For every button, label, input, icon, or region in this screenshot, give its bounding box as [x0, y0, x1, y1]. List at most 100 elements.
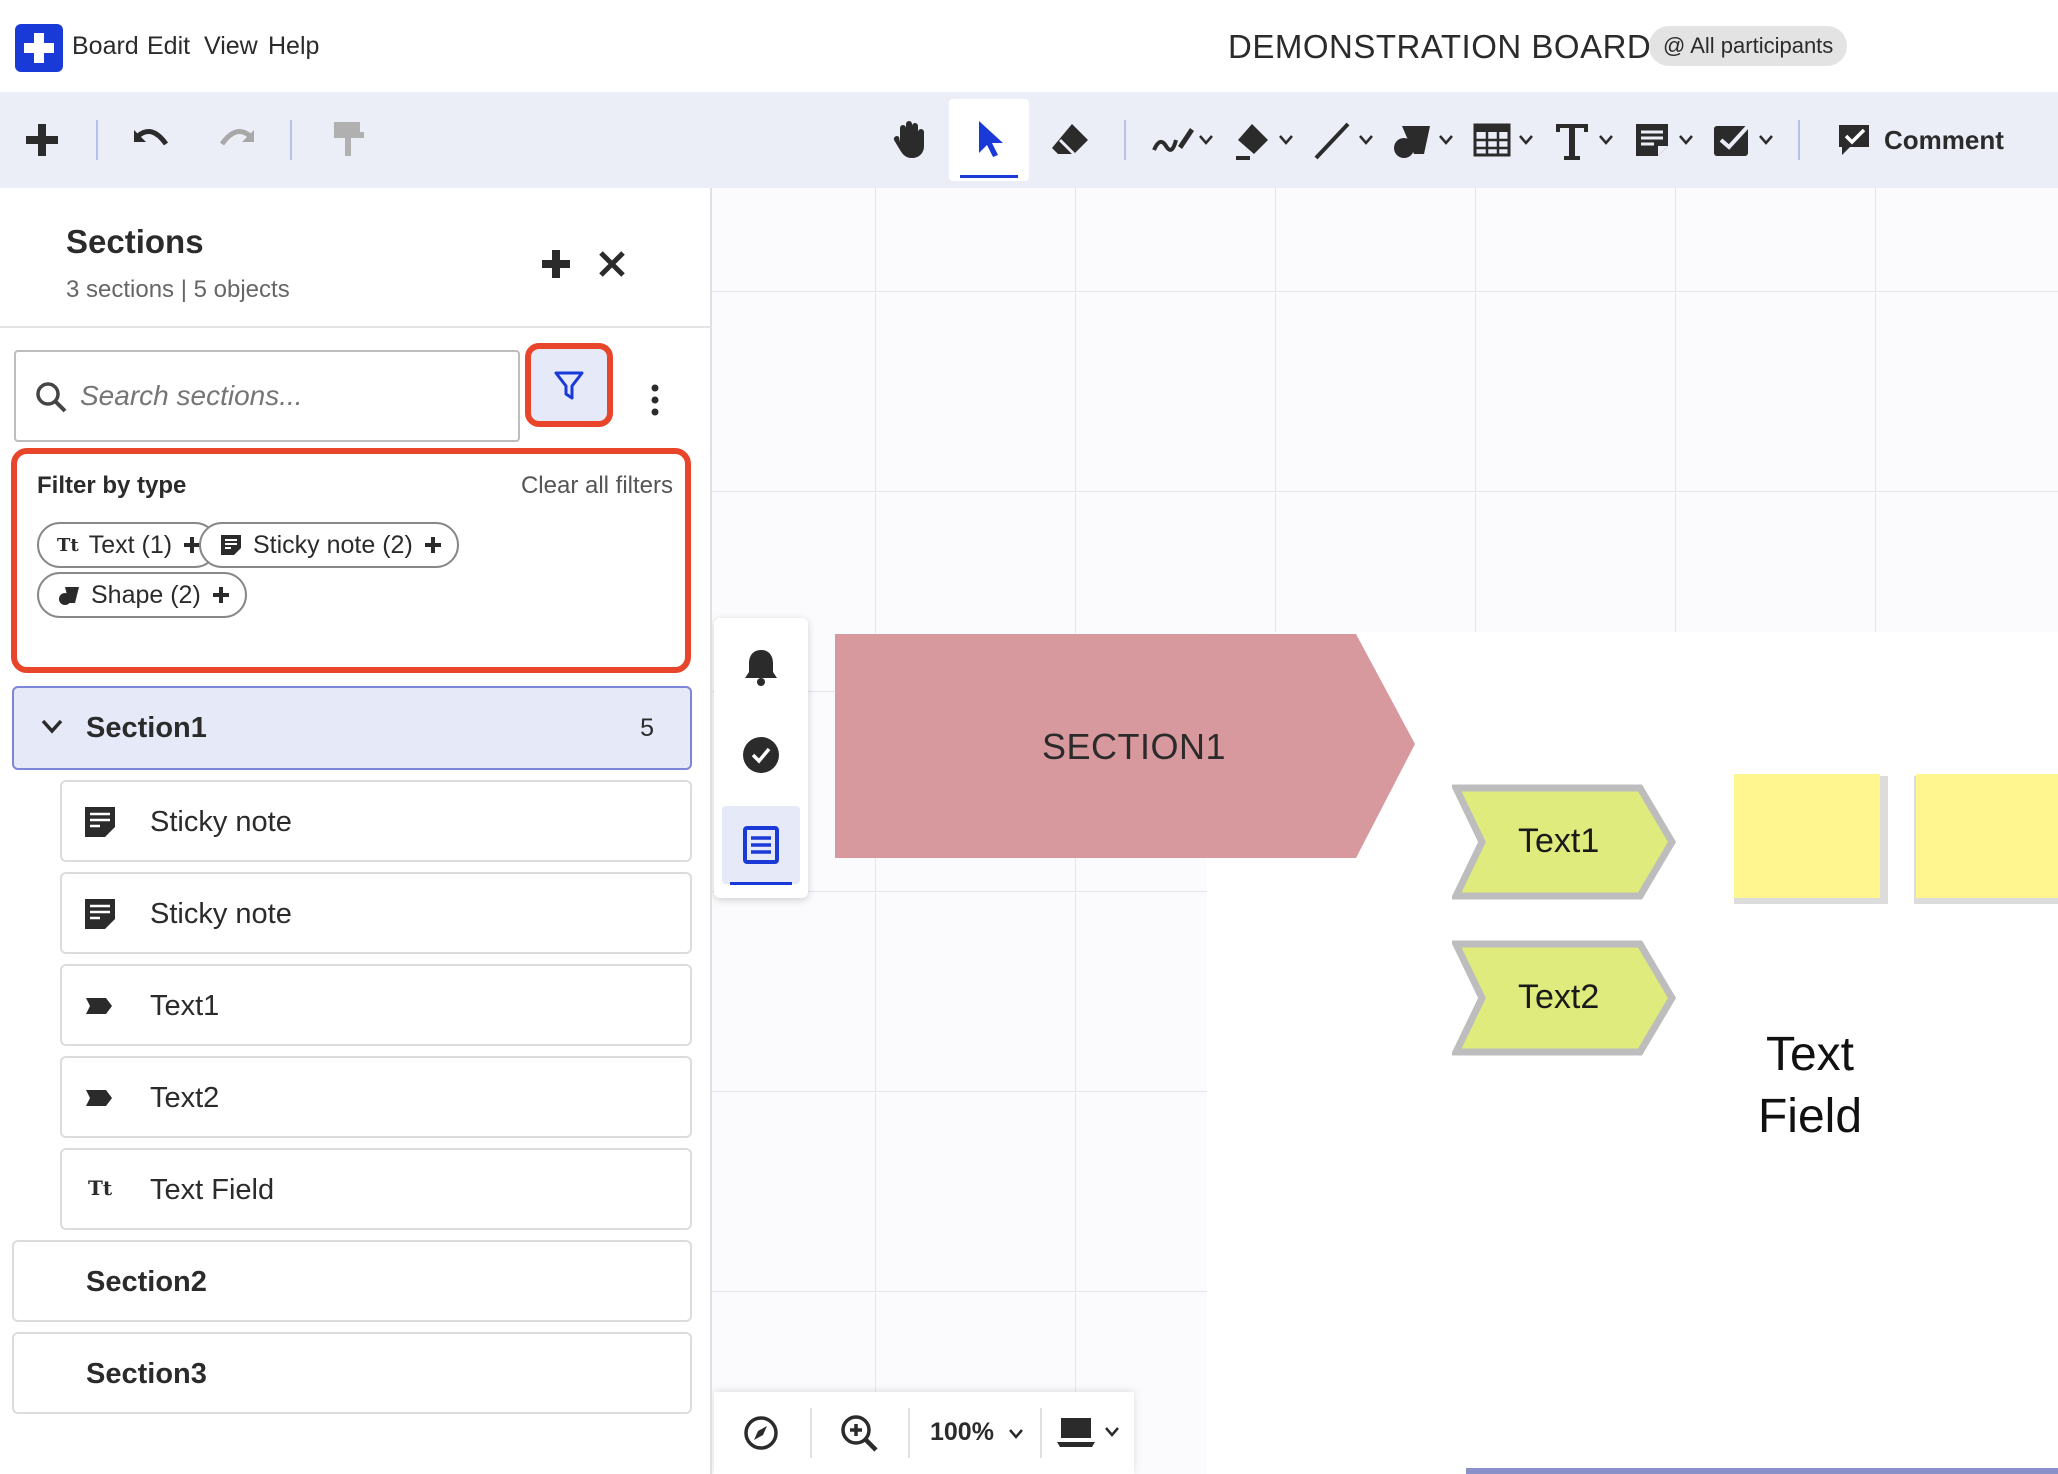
- more-options-icon[interactable]: [648, 380, 662, 420]
- eraser-icon[interactable]: [1046, 116, 1094, 164]
- active-rail-indicator: [730, 882, 792, 885]
- divider: [1040, 1408, 1042, 1458]
- tag-shape-icon: [82, 1080, 118, 1116]
- list-item[interactable]: Tt Text Field: [60, 1148, 692, 1230]
- sections-panel-button[interactable]: [722, 806, 800, 884]
- chevron-down-icon[interactable]: [1518, 134, 1534, 146]
- list-item[interactable]: Sticky note: [60, 780, 692, 862]
- toolbar-divider: [1124, 120, 1126, 160]
- redo-icon[interactable]: [212, 116, 260, 164]
- add-icon[interactable]: [18, 116, 66, 164]
- toolbar-divider: [290, 120, 292, 160]
- sticky-note[interactable]: [1734, 774, 1880, 898]
- clear-filters-link[interactable]: Clear all filters: [521, 472, 673, 500]
- laptop-icon: [1054, 1410, 1098, 1454]
- board-title: DEMONSTRATION BOARD: [1228, 28, 1652, 65]
- search-icon: [34, 380, 68, 414]
- format-painter-icon[interactable]: [324, 116, 372, 164]
- chip-label: Text (1): [88, 530, 173, 559]
- menu-bar: Board Edit View Help DEMONSTRATION BOARD…: [0, 0, 2058, 92]
- section-row-section2[interactable]: Section2: [12, 1240, 692, 1322]
- sections-list-icon: [740, 824, 782, 866]
- sticky-note[interactable]: [1916, 774, 2058, 898]
- chevron-down-icon: [1104, 1426, 1120, 1438]
- checkbox-icon[interactable]: [1708, 116, 1756, 164]
- divider: [810, 1408, 812, 1458]
- shape-icon: [57, 583, 81, 607]
- menu-view[interactable]: View: [204, 32, 258, 61]
- fill-icon[interactable]: [1230, 116, 1278, 164]
- chevron-down-icon[interactable]: [1278, 134, 1294, 146]
- zoom-in-icon[interactable]: [838, 1412, 880, 1454]
- list-item-label: Sticky note: [150, 898, 292, 930]
- text2-shape-label: Text2: [1518, 978, 1600, 1016]
- bottom-bar: 100%: [714, 1392, 1134, 1474]
- search-input[interactable]: [80, 376, 500, 416]
- navigator-icon[interactable]: [742, 1414, 780, 1452]
- text-type-icon: Tt: [57, 534, 79, 556]
- chip-label: Sticky note (2): [253, 530, 413, 559]
- text-field[interactable]: Text Field: [1740, 1024, 1880, 1148]
- chip-label: Shape (2): [91, 580, 201, 609]
- chevron-down-icon[interactable]: [1438, 134, 1454, 146]
- filter-chip-text[interactable]: Tt Text (1): [37, 522, 219, 568]
- chevron-down-icon[interactable]: [1758, 134, 1774, 146]
- line-icon[interactable]: [1308, 116, 1356, 164]
- chevron-down-icon[interactable]: [1198, 134, 1214, 146]
- list-item-label: Text2: [150, 1082, 220, 1114]
- add-section-icon[interactable]: [536, 244, 576, 284]
- device-view-dropdown[interactable]: [1054, 1410, 1130, 1456]
- comment-icon: [1836, 122, 1872, 158]
- list-item-label: Text Field: [150, 1174, 275, 1206]
- list-item[interactable]: Text2: [60, 1056, 692, 1138]
- section1-banner-label: SECTION1: [1042, 726, 1227, 767]
- menu-edit[interactable]: Edit: [147, 32, 190, 61]
- list-item[interactable]: Sticky note: [60, 872, 692, 954]
- chevron-down-icon[interactable]: [1678, 134, 1694, 146]
- check-circle-icon[interactable]: [740, 734, 782, 776]
- sticky-note-icon[interactable]: [1628, 116, 1676, 164]
- text1-shape-label: Text1: [1518, 822, 1600, 860]
- chevron-down-icon[interactable]: [1598, 134, 1614, 146]
- section-object-count: 5: [640, 714, 654, 742]
- list-item[interactable]: Text1: [60, 964, 692, 1046]
- comment-label: Comment: [1884, 124, 2004, 155]
- table-icon[interactable]: [1468, 116, 1516, 164]
- bell-icon[interactable]: [740, 646, 782, 688]
- active-tool-indicator: [960, 175, 1018, 178]
- close-icon[interactable]: [594, 246, 630, 282]
- search-box[interactable]: [14, 350, 520, 442]
- undo-icon[interactable]: [128, 116, 176, 164]
- section-row-section3[interactable]: Section3: [12, 1332, 692, 1414]
- section-name: Section2: [86, 1266, 207, 1298]
- section-row-section1[interactable]: Section1 5: [12, 686, 692, 770]
- filter-title: Filter by type: [37, 472, 187, 499]
- filter-icon: [551, 367, 587, 403]
- text-icon[interactable]: [1548, 116, 1596, 164]
- menu-board[interactable]: Board: [72, 32, 139, 61]
- panel-subtitle: 3 sections | 5 objects: [66, 276, 290, 303]
- hand-icon[interactable]: [886, 116, 934, 164]
- scroll-indicator[interactable]: [1466, 1468, 2058, 1474]
- section-name: Section3: [86, 1358, 207, 1390]
- chevron-down-icon[interactable]: [1358, 134, 1374, 146]
- filter-chip-shape[interactable]: Shape (2): [37, 572, 247, 618]
- participants-badge[interactable]: @ All participants: [1649, 26, 1848, 66]
- chevron-down-icon[interactable]: [40, 718, 64, 736]
- zoom-dropdown[interactable]: 100%: [926, 1408, 1026, 1458]
- tag-shape-icon: [82, 988, 118, 1024]
- pen-icon[interactable]: [1148, 116, 1196, 164]
- filter-button[interactable]: [525, 343, 613, 427]
- toolbar: Comment: [0, 92, 2058, 188]
- divider: [908, 1408, 910, 1458]
- app-logo[interactable]: [15, 24, 63, 72]
- shapes-icon[interactable]: [1388, 116, 1436, 164]
- filter-chip-sticky-note[interactable]: Sticky note (2): [199, 522, 459, 568]
- text-type-icon: Tt: [88, 1176, 113, 1200]
- sticky-note-icon: [82, 804, 118, 840]
- select-tool-button[interactable]: [949, 99, 1029, 181]
- toolbar-divider: [96, 120, 98, 160]
- toolbar-divider: [1798, 120, 1800, 160]
- comment-button[interactable]: Comment: [1836, 118, 2004, 162]
- menu-help[interactable]: Help: [268, 32, 319, 61]
